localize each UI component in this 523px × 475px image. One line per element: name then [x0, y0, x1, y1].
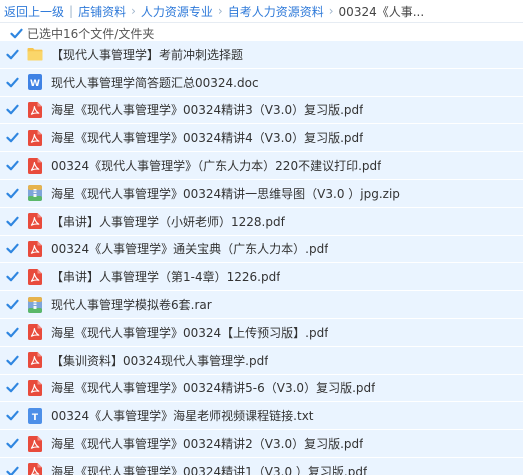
pdf-icon [27, 435, 43, 452]
file-checkbox[interactable] [6, 131, 19, 144]
pdf-icon [27, 352, 43, 369]
pdf-icon [27, 324, 43, 341]
file-row[interactable]: W 现代人事管理学简答题汇总00324.doc [0, 68, 523, 97]
checkmark-icon [6, 383, 19, 393]
file-row[interactable]: 海星《现代人事管理学》00324精讲1（V3.0 ）复习版.pdf [0, 457, 523, 475]
pdf-icon [27, 213, 43, 230]
file-checkbox[interactable] [6, 76, 19, 89]
file-checkbox[interactable] [6, 465, 19, 475]
checkmark-icon [6, 216, 19, 226]
checkmark-icon [6, 410, 19, 421]
checkmark-icon [6, 355, 19, 365]
file-name[interactable]: 海星《现代人事管理学》00324精讲1（V3.0 ）复习版.pdf [51, 463, 367, 475]
file-checkbox[interactable] [6, 215, 19, 228]
checkmark-icon [6, 160, 19, 171]
file-name[interactable]: 海星《现代人事管理学》00324精讲一思维导图（V3.0 ）jpg.zip [51, 185, 400, 202]
checkmark-icon [6, 244, 19, 254]
breadcrumb-chevron-icon: › [217, 4, 223, 18]
checkmark-icon [6, 327, 19, 338]
breadcrumb-item-hr-self-study[interactable]: 自考人力资源资料 [228, 3, 324, 20]
breadcrumb: 返回上一级 | 店铺资料 › 人力资源专业 › 自考人力资源资料 › 00324… [0, 0, 523, 23]
rar-archive-icon [27, 296, 43, 313]
word-doc-icon: W [27, 74, 43, 91]
checkmark-icon [10, 28, 23, 38]
pdf-icon [27, 101, 43, 118]
file-row[interactable]: 00324《现代人事管理学》（广东人力本）220不建议打印.pdf [0, 152, 523, 180]
file-name[interactable]: 00324《人事管理学》通关宝典（广东人力本）.pdf [51, 240, 328, 257]
file-row[interactable]: 【串讲】人事管理学（小妍老师）1228.pdf [0, 207, 523, 236]
folder-icon [27, 46, 43, 62]
file-name[interactable]: 海星《现代人事管理学》00324精讲4（V3.0）复习版.pdf [51, 129, 363, 146]
checkmark-icon [6, 438, 19, 449]
file-checkbox[interactable] [6, 326, 19, 339]
svg-text:W: W [30, 79, 40, 89]
file-checkbox[interactable] [6, 381, 19, 394]
file-name[interactable]: 00324《人事管理学》海星老师视频课程链接.txt [51, 407, 314, 424]
pdf-icon [27, 129, 43, 146]
file-checkbox[interactable] [6, 48, 19, 61]
pdf-icon [27, 463, 43, 475]
file-name[interactable]: 现代人事管理学模拟卷6套.rar [51, 296, 212, 313]
back-link[interactable]: 返回上一级 [4, 3, 64, 20]
file-checkbox[interactable] [6, 103, 19, 116]
file-checkbox[interactable] [6, 242, 19, 255]
breadcrumb-chevron-icon: › [131, 4, 136, 18]
breadcrumb-item-store-materials[interactable]: 店铺资料 [78, 3, 126, 20]
file-name[interactable]: 00324《现代人事管理学》（广东人力本）220不建议打印.pdf [51, 157, 381, 174]
file-row[interactable]: 00324《人事管理学》通关宝典（广东人力本）.pdf [0, 235, 523, 264]
file-row[interactable]: 【现代人事管理学】考前冲刺选择题 [0, 41, 523, 69]
pdf-icon [27, 379, 43, 396]
file-checkbox[interactable] [6, 437, 19, 450]
file-name[interactable]: 海星《现代人事管理学》00324精讲2（V3.0）复习版.pdf [51, 435, 363, 452]
file-name[interactable]: 海星《现代人事管理学》00324精讲3（V3.0）复习版.pdf [51, 101, 363, 118]
breadcrumb-chevron-icon: › [328, 4, 334, 18]
file-checkbox[interactable] [6, 270, 19, 283]
file-name[interactable]: 【串讲】人事管理学（第1-4章）1226.pdf [51, 268, 280, 285]
file-row[interactable]: 海星《现代人事管理学》00324【上传预习版】.pdf [0, 318, 523, 347]
checkmark-icon [6, 466, 19, 475]
breadcrumb-current-folder: 00324《人事... [338, 4, 425, 19]
file-name[interactable]: 海星《现代人事管理学》00324【上传预习版】.pdf [51, 324, 328, 341]
file-checkbox[interactable] [6, 298, 19, 311]
select-all-checkbox[interactable] [10, 27, 23, 40]
breadcrumb-separator: | [69, 4, 74, 18]
file-checkbox[interactable] [6, 159, 19, 172]
selection-summary: 已选中16个文件/文件夹 [0, 23, 523, 43]
svg-text:T: T [32, 413, 39, 423]
file-row[interactable]: 【串讲】人事管理学（第1-4章）1226.pdf [0, 263, 523, 292]
file-name[interactable]: 现代人事管理学简答题汇总00324.doc [51, 74, 259, 91]
file-row[interactable]: T 00324《人事管理学》海星老师视频课程链接.txt [0, 402, 523, 431]
checkmark-icon [6, 105, 19, 115]
file-checkbox[interactable] [6, 409, 19, 422]
file-name[interactable]: 【串讲】人事管理学（小妍老师）1228.pdf [51, 213, 285, 230]
pdf-icon [27, 268, 43, 285]
checkmark-icon [6, 77, 19, 87]
file-row[interactable]: 海星《现代人事管理学》00324精讲2（V3.0）复习版.pdf [0, 430, 523, 458]
file-name[interactable]: 海星《现代人事管理学》00324精讲5-6（V3.0）复习版.pdf [51, 379, 375, 396]
pdf-icon [27, 157, 43, 174]
file-checkbox[interactable] [6, 187, 19, 200]
selection-count-label: 已选中16个文件/文件夹 [27, 26, 155, 41]
checkmark-icon [6, 132, 19, 143]
checkmark-icon [6, 299, 19, 310]
checkmark-icon [6, 271, 19, 282]
file-row[interactable]: 海星《现代人事管理学》00324精讲一思维导图（V3.0 ）jpg.zip [0, 179, 523, 208]
file-list: 【现代人事管理学】考前冲刺选择题 W 现代人事管理学简答题汇总00324.doc 海星… [0, 41, 523, 475]
pdf-icon [27, 240, 43, 257]
txt-file-icon: T [27, 407, 43, 424]
zip-archive-icon [27, 185, 43, 202]
file-row[interactable]: 【集训资料】00324现代人事管理学.pdf [0, 346, 523, 375]
file-name[interactable]: 【现代人事管理学】考前冲刺选择题 [51, 46, 243, 63]
breadcrumb-item-hr-major[interactable]: 人力资源专业 [141, 3, 213, 20]
file-row[interactable]: 海星《现代人事管理学》00324精讲3（V3.0）复习版.pdf [0, 96, 523, 125]
file-row[interactable]: 海星《现代人事管理学》00324精讲4（V3.0）复习版.pdf [0, 124, 523, 153]
file-checkbox[interactable] [6, 354, 19, 367]
file-row[interactable]: 现代人事管理学模拟卷6套.rar [0, 291, 523, 319]
checkmark-icon [6, 188, 19, 199]
file-name[interactable]: 【集训资料】00324现代人事管理学.pdf [51, 352, 268, 369]
file-browser-window: 返回上一级 | 店铺资料 › 人力资源专业 › 自考人力资源资料 › 00324… [0, 0, 523, 475]
file-row[interactable]: 海星《现代人事管理学》00324精讲5-6（V3.0）复习版.pdf [0, 374, 523, 403]
checkmark-icon [6, 49, 19, 60]
